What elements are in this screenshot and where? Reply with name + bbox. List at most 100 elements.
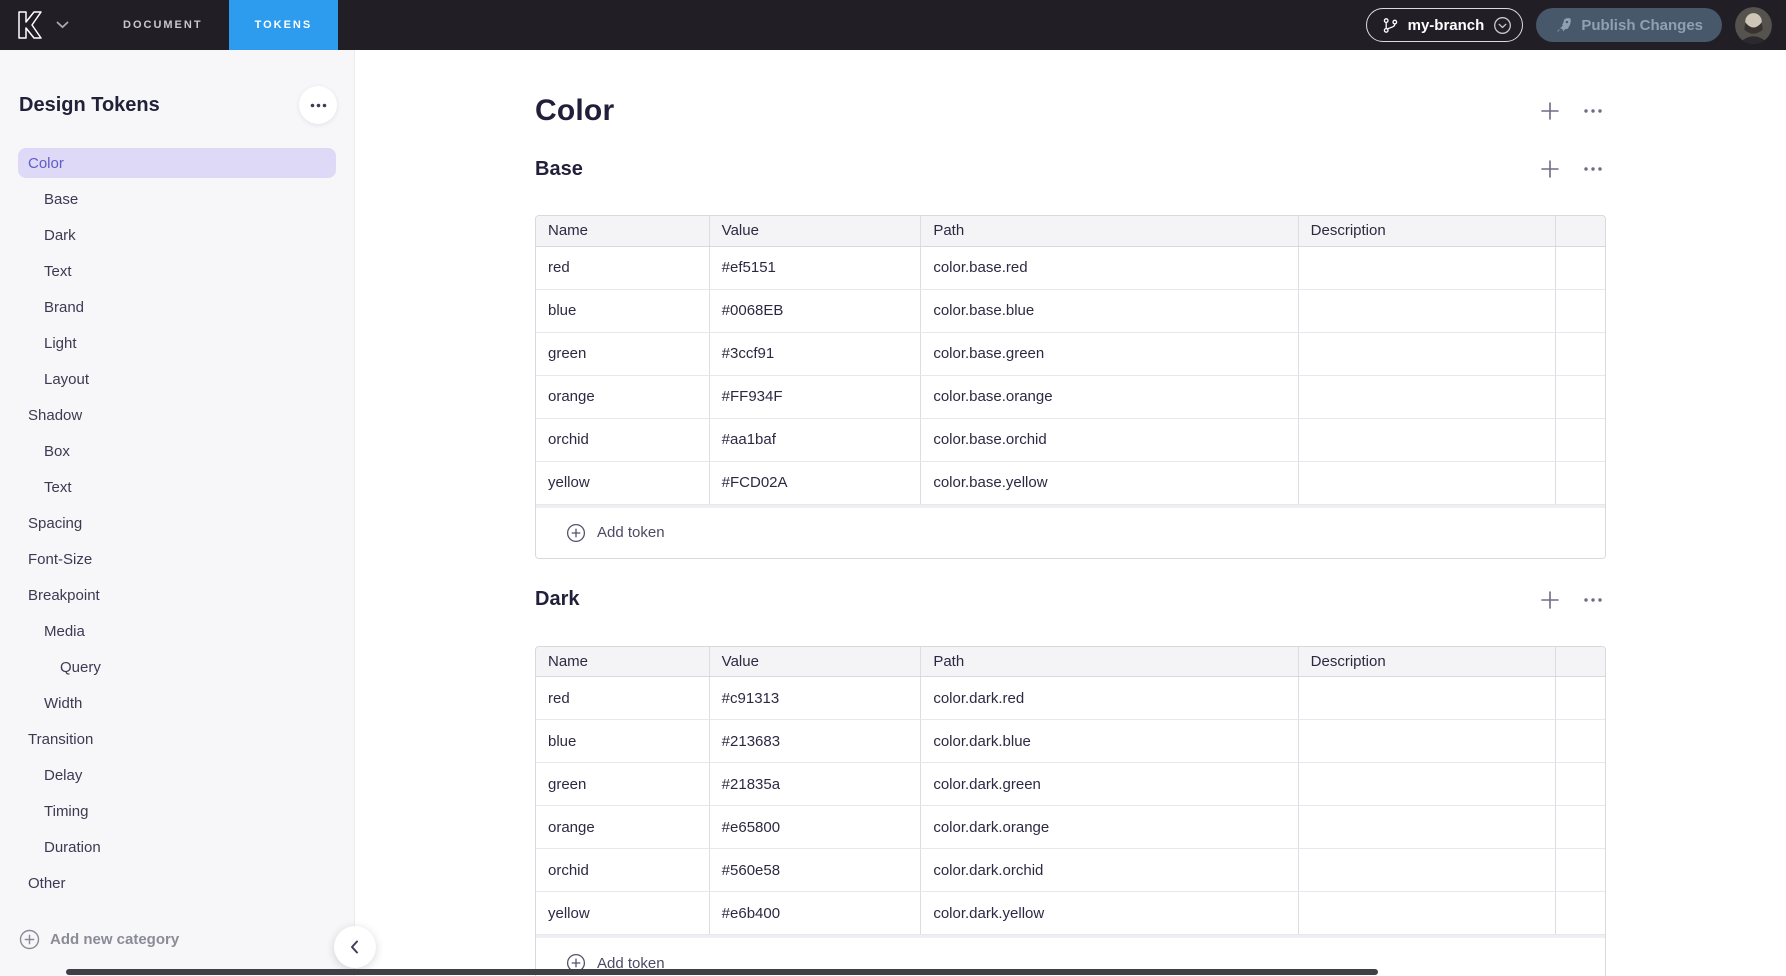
- token-value-cell[interactable]: #21835a: [709, 763, 921, 806]
- token-name-cell[interactable]: green: [536, 763, 709, 806]
- add-group-button[interactable]: [1537, 98, 1563, 124]
- token-value-cell[interactable]: #560e58: [709, 849, 921, 892]
- column-header-actions: [1556, 216, 1605, 246]
- token-name-cell[interactable]: red: [536, 677, 709, 720]
- token-value-cell[interactable]: #c91313: [709, 677, 921, 720]
- publish-changes-label: Publish Changes: [1581, 17, 1703, 34]
- token-path-cell[interactable]: color.base.green: [921, 332, 1298, 375]
- sidebar-item-transition-duration[interactable]: Duration: [18, 832, 336, 862]
- sidebar-item-color-dark[interactable]: Dark: [18, 220, 336, 250]
- token-description-cell[interactable]: [1298, 806, 1556, 849]
- token-path-cell[interactable]: color.dark.yellow: [921, 892, 1298, 935]
- token-description-cell[interactable]: [1298, 375, 1556, 418]
- token-description-cell[interactable]: [1298, 720, 1556, 763]
- tab-tokens[interactable]: TOKENS: [229, 0, 339, 50]
- token-actions-cell[interactable]: [1556, 246, 1605, 289]
- token-description-cell[interactable]: [1298, 332, 1556, 375]
- sidebar-item-transition[interactable]: Transition: [18, 724, 336, 754]
- token-value-cell[interactable]: #e6b400: [709, 892, 921, 935]
- sidebar-item-breakpoint-query[interactable]: Query: [18, 652, 336, 682]
- sidebar-item-color-base[interactable]: Base: [18, 184, 336, 214]
- sidebar-item-spacing[interactable]: Spacing: [18, 508, 336, 538]
- tab-document[interactable]: DOCUMENT: [97, 0, 229, 50]
- token-value-cell[interactable]: #213683: [709, 720, 921, 763]
- token-name-cell[interactable]: blue: [536, 720, 709, 763]
- token-value-cell[interactable]: #FCD02A: [709, 461, 921, 504]
- sidebar-item-font-size[interactable]: Font-Size: [18, 544, 336, 574]
- token-description-cell[interactable]: [1298, 461, 1556, 504]
- token-actions-cell[interactable]: [1556, 418, 1605, 461]
- token-path-cell[interactable]: color.dark.green: [921, 763, 1298, 806]
- token-actions-cell[interactable]: [1556, 720, 1605, 763]
- token-value-cell[interactable]: #3ccf91: [709, 332, 921, 375]
- token-value-cell[interactable]: #e65800: [709, 806, 921, 849]
- token-description-cell[interactable]: [1298, 892, 1556, 935]
- sidebar-collapse-button[interactable]: [334, 926, 376, 968]
- sidebar-item-transition-delay[interactable]: Delay: [18, 760, 336, 790]
- sidebar-item-color-light[interactable]: Light: [18, 328, 336, 358]
- token-description-cell[interactable]: [1298, 763, 1556, 806]
- sidebar-item-color-layout[interactable]: Layout: [18, 364, 336, 394]
- token-name-cell[interactable]: yellow: [536, 461, 709, 504]
- token-name-cell[interactable]: yellow: [536, 892, 709, 935]
- token-actions-cell[interactable]: [1556, 677, 1605, 720]
- token-description-cell[interactable]: [1298, 677, 1556, 720]
- token-path-cell[interactable]: color.dark.blue: [921, 720, 1298, 763]
- sidebar-item-breakpoint[interactable]: Breakpoint: [18, 580, 336, 610]
- token-value-cell[interactable]: #aa1baf: [709, 418, 921, 461]
- sidebar-menu-button[interactable]: [299, 86, 337, 124]
- sidebar-item-color-text[interactable]: Text: [18, 256, 336, 286]
- sidebar-item-other[interactable]: Other: [18, 868, 336, 898]
- token-actions-cell[interactable]: [1556, 892, 1605, 935]
- token-name-cell[interactable]: orchid: [536, 418, 709, 461]
- token-actions-cell[interactable]: [1556, 806, 1605, 849]
- branch-selector[interactable]: my-branch: [1366, 8, 1524, 42]
- token-path-cell[interactable]: color.base.yellow: [921, 461, 1298, 504]
- token-path-cell[interactable]: color.base.blue: [921, 289, 1298, 332]
- token-name-cell[interactable]: orange: [536, 806, 709, 849]
- token-actions-cell[interactable]: [1556, 849, 1605, 892]
- sidebar-item-shadow-box[interactable]: Box: [18, 436, 336, 466]
- add-token-button[interactable]: Add token: [536, 508, 677, 558]
- add-new-category-button[interactable]: Add new category: [19, 929, 179, 950]
- avatar[interactable]: [1735, 7, 1772, 44]
- token-description-cell[interactable]: [1298, 289, 1556, 332]
- sidebar-item-shadow[interactable]: Shadow: [18, 400, 336, 430]
- add-token-group-button[interactable]: [1537, 587, 1563, 613]
- token-path-cell[interactable]: color.dark.orange: [921, 806, 1298, 849]
- token-path-cell[interactable]: color.dark.red: [921, 677, 1298, 720]
- page-menu-button[interactable]: [1580, 106, 1606, 116]
- token-actions-cell[interactable]: [1556, 289, 1605, 332]
- sidebar-item-color-brand[interactable]: Brand: [18, 292, 336, 322]
- token-value-cell[interactable]: #ef5151: [709, 246, 921, 289]
- token-description-cell[interactable]: [1298, 246, 1556, 289]
- token-actions-cell[interactable]: [1556, 332, 1605, 375]
- publish-changes-button[interactable]: Publish Changes: [1536, 8, 1722, 42]
- token-path-cell[interactable]: color.base.orange: [921, 375, 1298, 418]
- token-name-cell[interactable]: blue: [536, 289, 709, 332]
- token-actions-cell[interactable]: [1556, 763, 1605, 806]
- sidebar-item-breakpoint-width[interactable]: Width: [18, 688, 336, 718]
- sidebar-item-transition-timing[interactable]: Timing: [18, 796, 336, 826]
- sidebar-item-shadow-text[interactable]: Text: [18, 472, 336, 502]
- token-value-cell[interactable]: #0068EB: [709, 289, 921, 332]
- token-description-cell[interactable]: [1298, 418, 1556, 461]
- token-name-cell[interactable]: red: [536, 246, 709, 289]
- token-path-cell[interactable]: color.base.orchid: [921, 418, 1298, 461]
- section-menu-button[interactable]: [1580, 595, 1606, 605]
- token-actions-cell[interactable]: [1556, 375, 1605, 418]
- token-description-cell[interactable]: [1298, 849, 1556, 892]
- token-path-cell[interactable]: color.base.red: [921, 246, 1298, 289]
- token-name-cell[interactable]: orange: [536, 375, 709, 418]
- sidebar-item-breakpoint-media[interactable]: Media: [18, 616, 336, 646]
- sidebar-item-color[interactable]: Color: [18, 148, 336, 178]
- horizontal-scrollbar-thumb[interactable]: [66, 969, 1378, 975]
- section-menu-button[interactable]: [1580, 164, 1606, 174]
- token-name-cell[interactable]: orchid: [536, 849, 709, 892]
- token-name-cell[interactable]: green: [536, 332, 709, 375]
- add-token-group-button[interactable]: [1537, 156, 1563, 182]
- token-actions-cell[interactable]: [1556, 461, 1605, 504]
- token-path-cell[interactable]: color.dark.orchid: [921, 849, 1298, 892]
- app-menu[interactable]: [0, 0, 83, 50]
- token-value-cell[interactable]: #FF934F: [709, 375, 921, 418]
